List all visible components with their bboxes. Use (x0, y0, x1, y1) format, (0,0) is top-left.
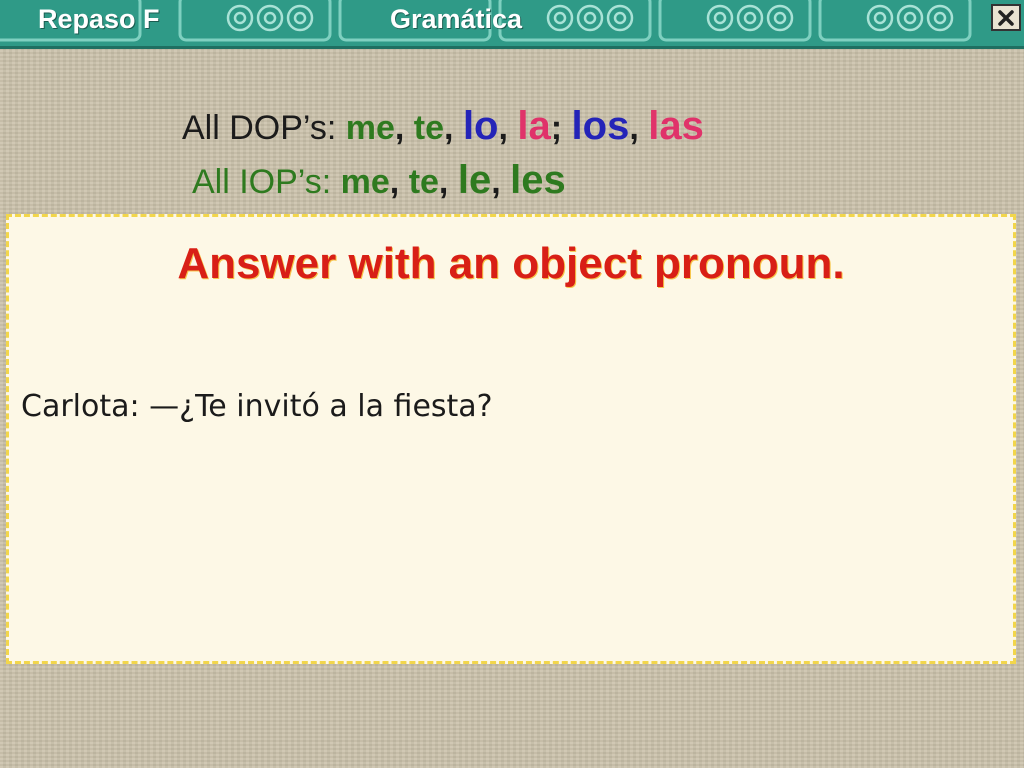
iop-me: me (340, 163, 390, 201)
slide: Repaso F Gramática All DOP’s: me, te, lo… (0, 0, 1024, 768)
iop-line: All IOP’s: me, te, le, les (192, 158, 566, 202)
dop-me: me (345, 109, 395, 147)
question-text: Carlota: —¿Te invitó a la fiesta? (21, 389, 493, 424)
close-icon (998, 9, 1014, 26)
header-band: Repaso F Gramática (0, 0, 1024, 49)
dop-los: los (571, 104, 630, 148)
section-title: Repaso F (38, 4, 160, 34)
dop-line: All DOP’s: me, te, lo, la; los, las (182, 104, 704, 148)
close-button[interactable] (991, 4, 1021, 31)
topic-title: Gramática (390, 4, 523, 34)
exercise-card: Answer with an object pronoun. Carlota: … (6, 214, 1016, 664)
dop-la: la (517, 104, 551, 148)
iop-label: All IOP’s: (192, 163, 332, 201)
dop-lo: lo (462, 104, 499, 148)
iop-les: les (510, 158, 566, 202)
dop-label: All DOP’s: (182, 109, 337, 147)
iop-te: te (408, 163, 439, 201)
card-title: Answer with an object pronoun. (177, 239, 845, 288)
dop-las: las (648, 104, 704, 148)
dop-te: te (413, 109, 445, 147)
iop-le: le (457, 158, 492, 202)
